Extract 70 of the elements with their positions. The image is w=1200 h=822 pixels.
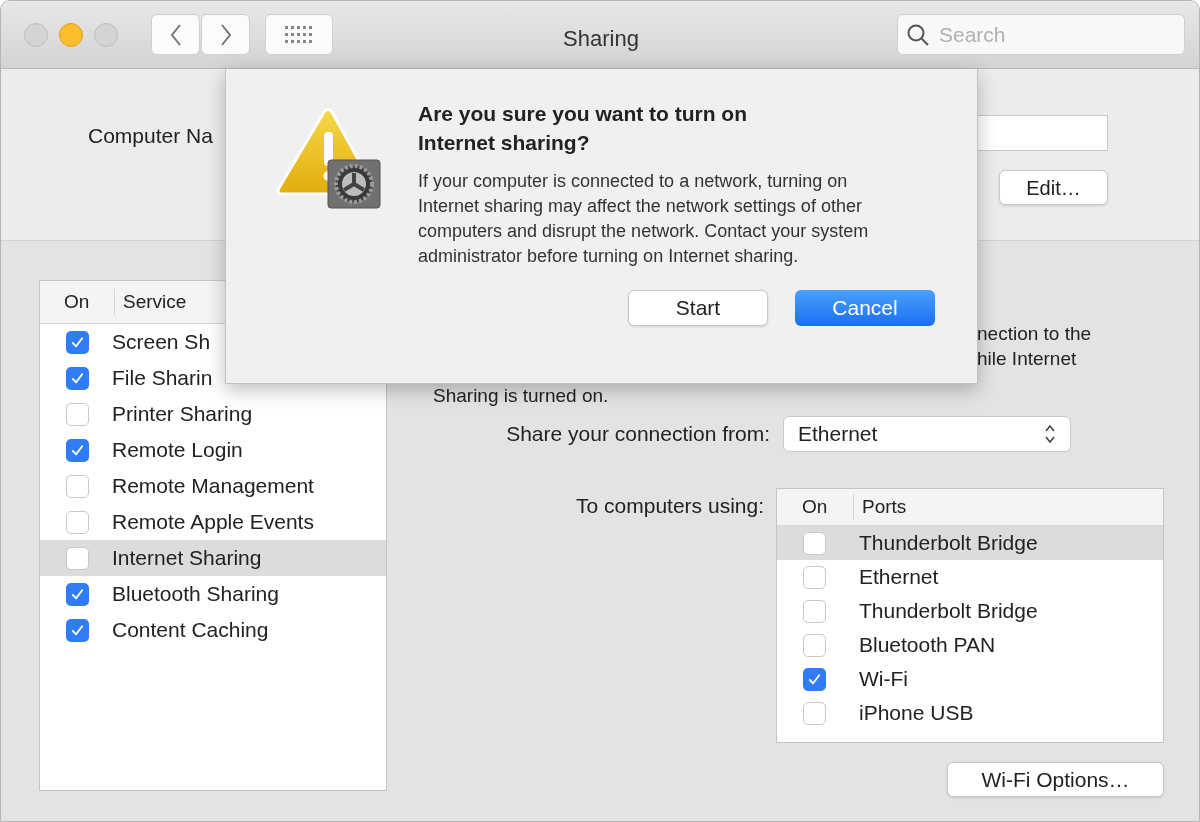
checkbox[interactable] xyxy=(66,582,89,606)
port-name: Wi-Fi xyxy=(859,666,908,693)
checkbox[interactable] xyxy=(66,366,89,390)
checkbox[interactable] xyxy=(66,510,89,534)
check-icon xyxy=(807,671,822,687)
alert-message: If your computer is connected to a network, turning on Internet sharing may affect the network settings of other computers and disrupt the network. Contact your system administrator before turning on Internet sharing. xyxy=(418,170,870,268)
service-name: Printer Sharing xyxy=(112,401,253,428)
checkbox[interactable] xyxy=(66,438,89,462)
description-text: Sharing is turned on. xyxy=(433,385,609,407)
port-name: Thunderbolt Bridge xyxy=(859,598,1038,625)
close-button[interactable] xyxy=(24,22,48,47)
chevron-left-icon xyxy=(168,22,183,47)
service-name: Bluetooth Sharing xyxy=(112,581,279,608)
service-name: Screen Sh xyxy=(112,329,211,356)
column-header[interactable]: Service xyxy=(123,287,187,317)
checkbox[interactable] xyxy=(803,701,826,725)
grid-icon xyxy=(285,25,313,44)
column-header[interactable]: On xyxy=(802,492,853,522)
column-header[interactable]: On xyxy=(64,287,114,317)
edit-button[interactable]: Edit… xyxy=(999,170,1108,205)
port-name: Bluetooth PAN xyxy=(859,632,996,659)
computer-name-label: Computer Na xyxy=(88,123,213,148)
checkbox[interactable] xyxy=(66,402,89,426)
description-text: nection to the xyxy=(977,322,1092,346)
wifi-options-button[interactable]: Wi-Fi Options… xyxy=(947,762,1164,797)
to-computers-label: To computers using: xyxy=(575,493,764,519)
column-header[interactable]: Ports xyxy=(862,492,907,522)
port-name: iPhone USB xyxy=(859,700,974,727)
popup-value: Ethernet xyxy=(798,421,878,448)
checkbox[interactable] xyxy=(66,474,89,498)
share-from-label: Share your connection from: xyxy=(505,421,770,448)
service-name: Remote Login xyxy=(112,437,243,464)
port-name: Thunderbolt Bridge xyxy=(859,530,1038,557)
checkbox[interactable] xyxy=(803,531,826,555)
port-row[interactable]: Thunderbolt Bridge xyxy=(777,526,1163,560)
service-name: Remote Apple Events xyxy=(112,509,314,536)
search-icon xyxy=(906,23,930,47)
service-name: Internet Sharing xyxy=(112,545,262,572)
alert-title: Are you sure you want to turn on Internet sharing? xyxy=(418,101,749,156)
window-title: Sharing xyxy=(562,25,640,53)
back-button[interactable] xyxy=(151,14,200,55)
check-icon xyxy=(70,622,85,638)
alert-button[interactable]: Cancel xyxy=(795,290,935,326)
computer-name-field[interactable] xyxy=(976,115,1108,151)
service-name: File Sharin xyxy=(112,365,213,392)
checkbox[interactable] xyxy=(66,618,89,642)
chevron-right-icon xyxy=(218,22,233,47)
service-row[interactable]: Internet Sharing xyxy=(40,540,386,576)
forward-button[interactable] xyxy=(201,14,250,55)
checkbox[interactable] xyxy=(803,565,826,589)
service-name: Remote Management xyxy=(112,473,314,500)
minimize-button[interactable] xyxy=(59,22,83,47)
check-icon xyxy=(70,370,85,386)
checkbox[interactable] xyxy=(803,599,826,623)
checkbox[interactable] xyxy=(803,633,826,657)
zoom-button[interactable] xyxy=(94,22,118,47)
show-all-button[interactable] xyxy=(265,14,333,55)
service-name: Content Caching xyxy=(112,617,269,644)
checkbox[interactable] xyxy=(66,330,89,354)
check-icon xyxy=(70,334,85,350)
share-from-popup[interactable]: Ethernet xyxy=(783,416,1071,452)
up-down-chevron-icon xyxy=(1044,423,1056,445)
alert-button[interactable]: Start xyxy=(628,290,768,326)
description-text: hile Internet xyxy=(977,347,1077,371)
check-icon xyxy=(70,442,85,458)
check-icon xyxy=(70,586,85,602)
port-name: Ethernet xyxy=(859,564,939,591)
search-field[interactable]: Search xyxy=(897,14,1185,55)
checkbox[interactable] xyxy=(803,667,826,691)
checkbox[interactable] xyxy=(66,546,89,570)
